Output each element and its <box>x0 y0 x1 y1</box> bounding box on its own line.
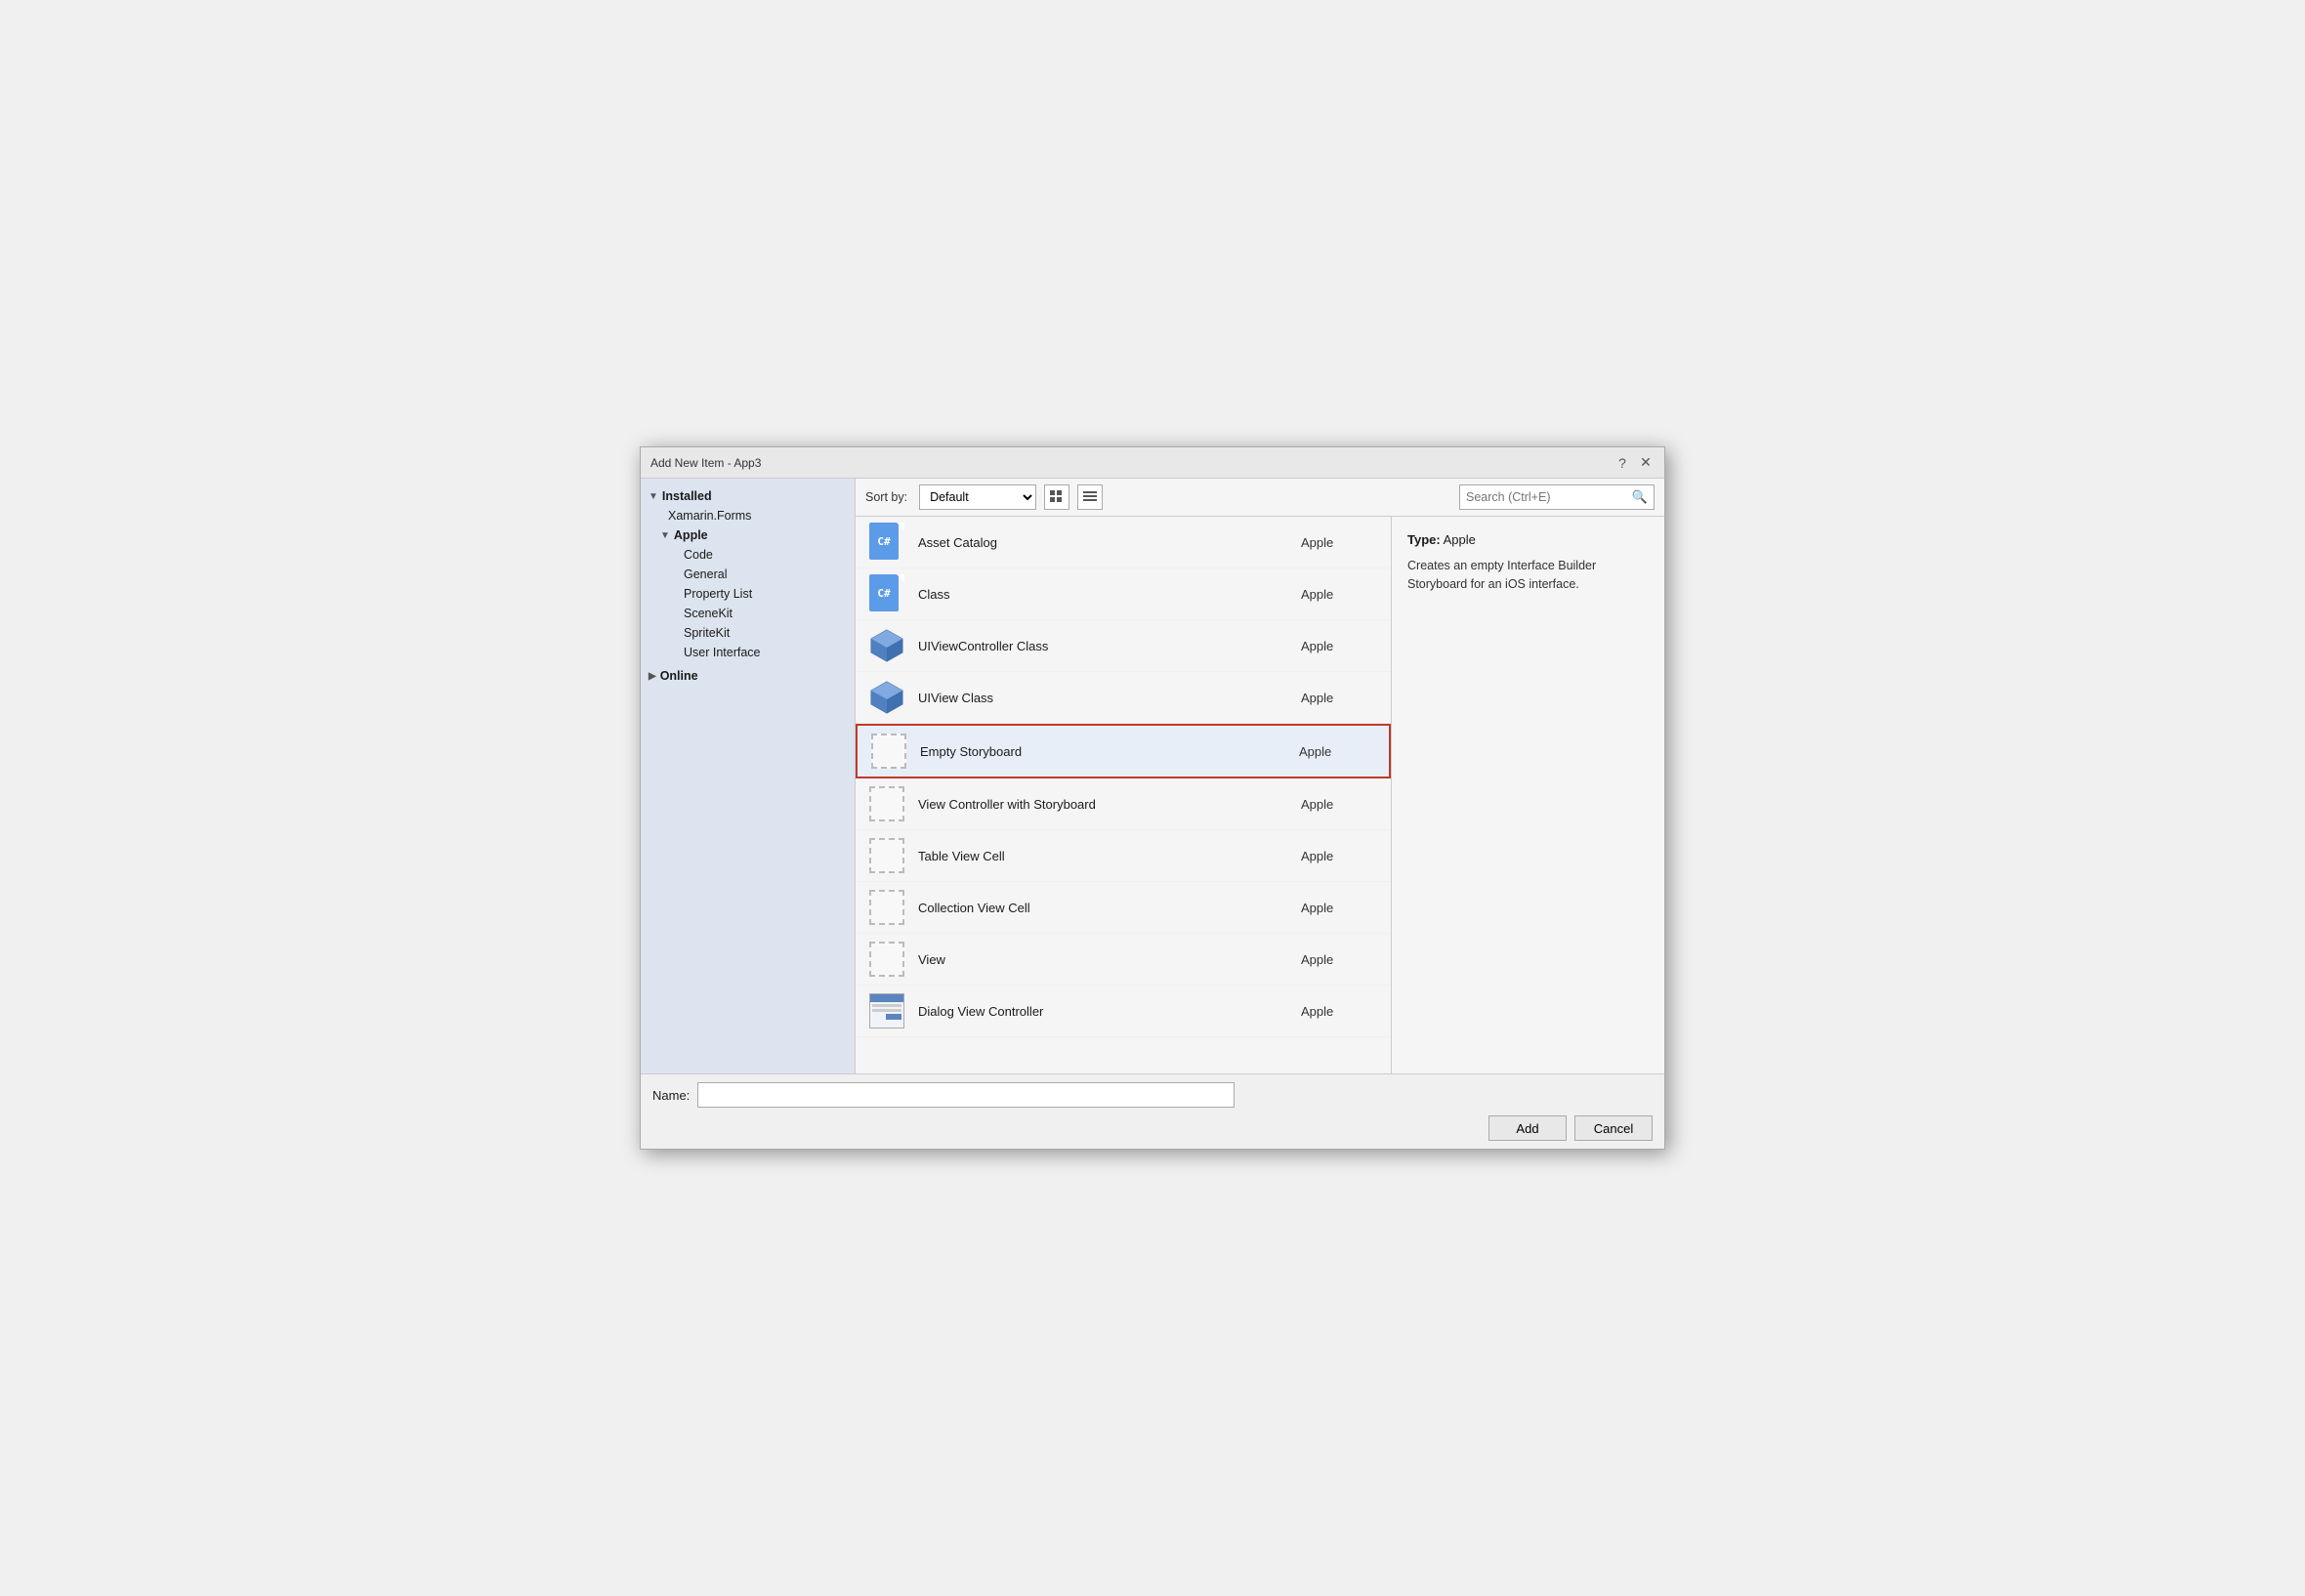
item-name-uiview-class: UIView Class <box>918 691 1301 705</box>
item-category-table-view-cell: Apple <box>1301 849 1379 863</box>
search-button[interactable]: 🔍 <box>1632 489 1648 505</box>
item-icon-collection-view-cell <box>867 888 906 927</box>
item-category-asset-catalog: Apple <box>1301 535 1379 550</box>
item-name-view-controller-with-storyboard: View Controller with Storyboard <box>918 797 1301 812</box>
item-name-uiviewcontroller-class: UIViewController Class <box>918 639 1301 653</box>
name-row: Name: <box>652 1082 1653 1108</box>
content-area: C# Asset CatalogApple C# ClassApple UIVi… <box>856 517 1664 1073</box>
sort-label: Sort by: <box>865 490 907 504</box>
installed-header[interactable]: ▼ Installed <box>641 486 855 506</box>
item-category-uiviewcontroller-class: Apple <box>1301 639 1379 653</box>
item-category-uiview-class: Apple <box>1301 691 1379 705</box>
item-row-empty-storyboard[interactable]: Empty StoryboardApple <box>856 724 1391 778</box>
name-input[interactable] <box>697 1082 1235 1108</box>
sidebar-item-user-interface[interactable]: User Interface <box>641 643 855 662</box>
item-category-view-controller-with-storyboard: Apple <box>1301 797 1379 812</box>
dialog-title: Add New Item - App3 <box>650 456 761 470</box>
buttons-row: Add Cancel <box>652 1115 1653 1141</box>
grid-icon <box>1050 490 1064 504</box>
item-category-collection-view-cell: Apple <box>1301 901 1379 915</box>
add-new-item-dialog: Add New Item - App3 ? ✕ ▼ Installed Xama… <box>640 446 1665 1150</box>
add-button[interactable]: Add <box>1488 1115 1567 1141</box>
item-category-empty-storyboard: Apple <box>1299 744 1377 759</box>
info-type-label: Type: <box>1407 532 1441 547</box>
item-name-empty-storyboard: Empty Storyboard <box>920 744 1299 759</box>
sort-select[interactable]: Default <box>919 484 1036 510</box>
item-row-collection-view-cell[interactable]: Collection View CellApple <box>856 882 1391 934</box>
item-icon-view-controller-with-storyboard <box>867 784 906 823</box>
item-icon-dialog-view-controller <box>867 991 906 1030</box>
search-box: 🔍 <box>1459 484 1655 510</box>
info-type-value: Apple <box>1444 532 1476 547</box>
list-view-button[interactable] <box>1077 484 1103 510</box>
installed-triangle: ▼ <box>649 491 658 502</box>
item-row-uiviewcontroller-class[interactable]: UIViewController ClassApple <box>856 620 1391 672</box>
item-row-view-controller-with-storyboard[interactable]: View Controller with StoryboardApple <box>856 778 1391 830</box>
list-icon <box>1083 491 1097 503</box>
sidebar-item-property-list[interactable]: Property List <box>641 584 855 604</box>
items-list: C# Asset CatalogApple C# ClassApple UIVi… <box>856 517 1391 1073</box>
apple-label: Apple <box>674 528 708 542</box>
online-section: ▶ Online <box>641 666 855 686</box>
item-icon-view <box>867 940 906 979</box>
toolbar: Sort by: Default <box>856 479 1664 517</box>
item-icon-asset-catalog: C# <box>867 523 906 562</box>
item-name-class: Class <box>918 587 1301 602</box>
item-name-asset-catalog: Asset Catalog <box>918 535 1301 550</box>
online-label: Online <box>660 669 698 683</box>
item-row-class[interactable]: C# ClassApple <box>856 568 1391 620</box>
bottom-bar: Name: Add Cancel <box>641 1073 1664 1149</box>
online-triangle: ▶ <box>649 671 656 682</box>
item-icon-table-view-cell <box>867 836 906 875</box>
item-icon-empty-storyboard <box>869 732 908 771</box>
installed-label: Installed <box>662 489 712 503</box>
main-panel: Sort by: Default <box>856 479 1664 1073</box>
item-name-table-view-cell: Table View Cell <box>918 849 1301 863</box>
info-type: Type: Apple <box>1407 532 1649 547</box>
installed-section: ▼ Installed Xamarin.Forms ▼ Apple CodeGe… <box>641 486 855 662</box>
item-row-table-view-cell[interactable]: Table View CellApple <box>856 830 1391 882</box>
title-bar: Add New Item - App3 ? ✕ <box>641 447 1664 479</box>
sidebar-item-general[interactable]: General <box>641 565 855 584</box>
item-category-class: Apple <box>1301 587 1379 602</box>
info-panel: Type: Apple Creates an empty Interface B… <box>1391 517 1664 1073</box>
sidebar-item-code[interactable]: Code <box>641 545 855 565</box>
cancel-button[interactable]: Cancel <box>1574 1115 1653 1141</box>
apple-children: CodeGeneralProperty ListSceneKitSpriteKi… <box>641 545 855 662</box>
name-label: Name: <box>652 1088 690 1103</box>
help-button[interactable]: ? <box>1614 454 1631 472</box>
sidebar: ▼ Installed Xamarin.Forms ▼ Apple CodeGe… <box>641 479 856 1073</box>
item-icon-uiview-class <box>867 678 906 717</box>
item-name-dialog-view-controller: Dialog View Controller <box>918 1004 1301 1019</box>
apple-header[interactable]: ▼ Apple <box>641 525 855 545</box>
sidebar-item-spritekit[interactable]: SpriteKit <box>641 623 855 643</box>
dialog-body: ▼ Installed Xamarin.Forms ▼ Apple CodeGe… <box>641 479 1664 1073</box>
item-row-asset-catalog[interactable]: C# Asset CatalogApple <box>856 517 1391 568</box>
sidebar-item-xamarin-forms[interactable]: Xamarin.Forms <box>641 506 855 525</box>
title-bar-buttons: ? ✕ <box>1614 454 1655 472</box>
info-description: Creates an empty Interface Builder Story… <box>1407 557 1649 594</box>
item-icon-uiviewcontroller-class <box>867 626 906 665</box>
online-header[interactable]: ▶ Online <box>641 666 855 686</box>
apple-triangle: ▼ <box>660 530 670 541</box>
item-row-dialog-view-controller[interactable]: Dialog View ControllerApple <box>856 986 1391 1037</box>
item-row-uiview-class[interactable]: UIView ClassApple <box>856 672 1391 724</box>
sidebar-item-scenekit[interactable]: SceneKit <box>641 604 855 623</box>
item-category-view: Apple <box>1301 952 1379 967</box>
item-category-dialog-view-controller: Apple <box>1301 1004 1379 1019</box>
item-name-view: View <box>918 952 1301 967</box>
grid-view-button[interactable] <box>1044 484 1069 510</box>
close-button[interactable]: ✕ <box>1637 454 1655 472</box>
item-name-collection-view-cell: Collection View Cell <box>918 901 1301 915</box>
item-row-view[interactable]: ViewApple <box>856 934 1391 986</box>
item-icon-class: C# <box>867 574 906 613</box>
search-input[interactable] <box>1466 490 1632 504</box>
